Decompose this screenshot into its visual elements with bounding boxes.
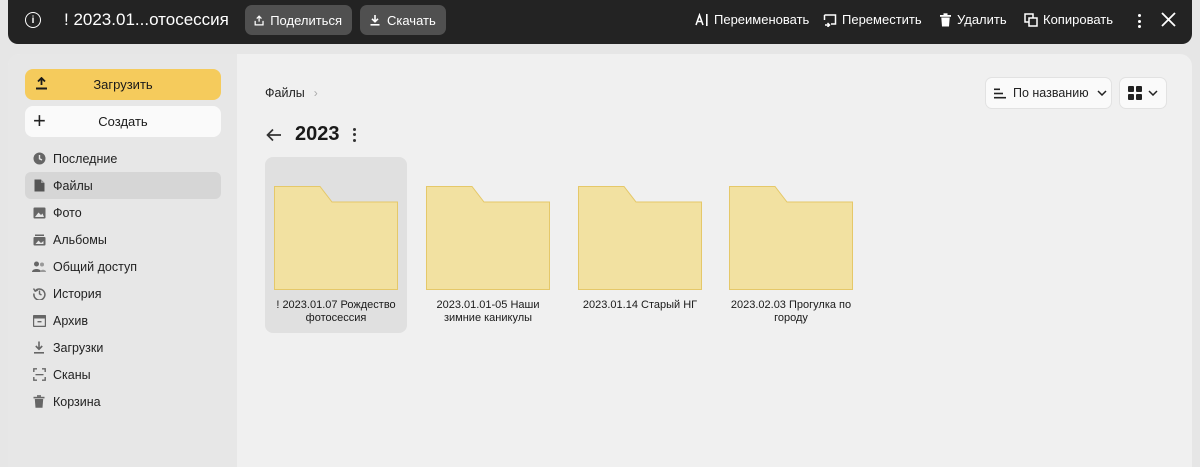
scan-icon — [32, 368, 46, 382]
create-label: Создать — [98, 114, 148, 129]
download-icon — [370, 15, 380, 26]
folder-item[interactable]: 2023.02.03 Прогулка по городу — [720, 157, 862, 333]
chevron-down-icon — [1097, 90, 1107, 96]
sidebar-item-recent[interactable]: Последние — [25, 145, 221, 172]
rename-label: Переименовать — [714, 12, 810, 27]
share-icon — [254, 14, 264, 25]
sidebar-item-label: Архив — [53, 313, 89, 328]
folder-icon — [729, 186, 853, 290]
sidebar-item-scans[interactable]: Сканы — [25, 361, 221, 388]
upload-label: Загрузить — [93, 77, 153, 92]
sidebar-item-label: Сканы — [53, 367, 91, 382]
clock-icon — [32, 152, 46, 166]
create-button[interactable]: + Создать — [25, 106, 221, 137]
rename-icon — [695, 12, 708, 26]
page-title: 2023 — [295, 123, 340, 145]
folder-icon — [426, 186, 550, 290]
history-icon — [32, 287, 46, 301]
download-label: Скачать — [387, 12, 436, 28]
folder-icon — [578, 186, 702, 290]
sidebar-item-albums[interactable]: Альбомы — [25, 226, 221, 253]
sidebar-item-label: Последние — [53, 151, 118, 166]
folder-name: ! 2023.01.07 Рождество фотосессия — [276, 299, 396, 324]
folder-item[interactable]: 2023.01.14 Старый НГ — [569, 157, 711, 333]
app-surface: Загрузить + Создать Последние Файлы Фото… — [8, 54, 1192, 467]
albums-icon — [32, 233, 46, 247]
chevron-down-icon — [1148, 90, 1158, 96]
more-vertical-icon[interactable] — [1132, 12, 1146, 30]
selected-item-title: ! 2023.01...отосессия — [64, 10, 229, 29]
archive-icon — [32, 314, 46, 328]
close-icon[interactable] — [1160, 11, 1177, 28]
people-icon — [32, 260, 46, 274]
sidebar-item-label: Файлы — [53, 178, 93, 193]
sidebar-item-label: Альбомы — [53, 232, 107, 247]
sidebar-item-files[interactable]: Файлы — [25, 172, 221, 199]
copy-label: Копировать — [1043, 12, 1113, 27]
main-content: Файлы › По названию 2023 ! 2023.01.07 Ро… — [237, 54, 1192, 467]
trash-icon — [940, 12, 951, 26]
sidebar: Загрузить + Создать Последние Файлы Фото… — [8, 54, 237, 467]
folder-name: 2023.01.14 Старый НГ — [582, 299, 698, 311]
move-button[interactable]: Переместить — [823, 12, 922, 27]
sidebar-item-label: Общий доступ — [53, 259, 137, 274]
folder-header: 2023 — [265, 123, 357, 146]
folder-icon — [274, 186, 398, 290]
upload-icon — [36, 77, 47, 90]
folder-name: 2023.02.03 Прогулка по городу — [730, 299, 852, 324]
sort-dropdown[interactable]: По названию — [985, 77, 1112, 109]
rename-button[interactable]: Переименовать — [695, 12, 809, 27]
move-label: Переместить — [842, 12, 922, 27]
download-icon — [32, 341, 46, 355]
share-button[interactable]: Поделиться — [245, 5, 352, 35]
sidebar-item-history[interactable]: История — [25, 280, 221, 307]
sidebar-item-label: Фото — [53, 205, 82, 220]
sort-lines-icon — [994, 88, 1006, 98]
breadcrumb: Файлы › — [265, 86, 318, 100]
view-mode-dropdown[interactable] — [1119, 77, 1167, 109]
back-arrow-icon[interactable] — [265, 126, 283, 144]
trash-icon — [32, 395, 46, 409]
plus-icon: + — [33, 108, 46, 133]
folder-name: 2023.01.01-05 Наши зимние каникулы — [436, 299, 540, 324]
delete-label: Удалить — [957, 12, 1007, 27]
delete-button[interactable]: Удалить — [939, 12, 1007, 27]
copy-button[interactable]: Копировать — [1024, 12, 1113, 27]
info-icon[interactable]: i — [25, 12, 41, 28]
breadcrumb-item-files[interactable]: Файлы — [265, 86, 305, 100]
sidebar-item-label: Загрузки — [53, 340, 104, 355]
selection-toolbar: i ! 2023.01...отосессия Поделиться Скача… — [8, 0, 1192, 44]
photo-icon — [32, 206, 46, 220]
folder-item[interactable]: 2023.01.01-05 Наши зимние каникулы — [417, 157, 559, 333]
copy-icon — [1024, 12, 1038, 27]
sidebar-item-trash[interactable]: Корзина — [25, 388, 221, 415]
chevron-right-icon: › — [313, 86, 318, 100]
move-icon — [823, 13, 837, 27]
more-vertical-icon[interactable] — [352, 127, 357, 142]
file-icon — [32, 179, 46, 193]
sidebar-item-archive[interactable]: Архив — [25, 307, 221, 334]
folder-item[interactable]: ! 2023.01.07 Рождество фотосессия — [265, 157, 407, 333]
sidebar-item-downloads[interactable]: Загрузки — [25, 334, 221, 361]
sidebar-item-label: История — [53, 286, 102, 301]
share-label: Поделиться — [270, 12, 342, 28]
upload-button[interactable]: Загрузить — [25, 69, 221, 100]
download-button[interactable]: Скачать — [360, 5, 446, 35]
sort-label: По названию — [1013, 86, 1089, 100]
sidebar-item-shared[interactable]: Общий доступ — [25, 253, 221, 280]
sidebar-item-photo[interactable]: Фото — [25, 199, 221, 226]
grid-view-icon — [1128, 86, 1142, 100]
sidebar-nav: Последние Файлы Фото Альбомы Общий досту… — [25, 145, 221, 415]
sidebar-item-label: Корзина — [53, 394, 101, 409]
